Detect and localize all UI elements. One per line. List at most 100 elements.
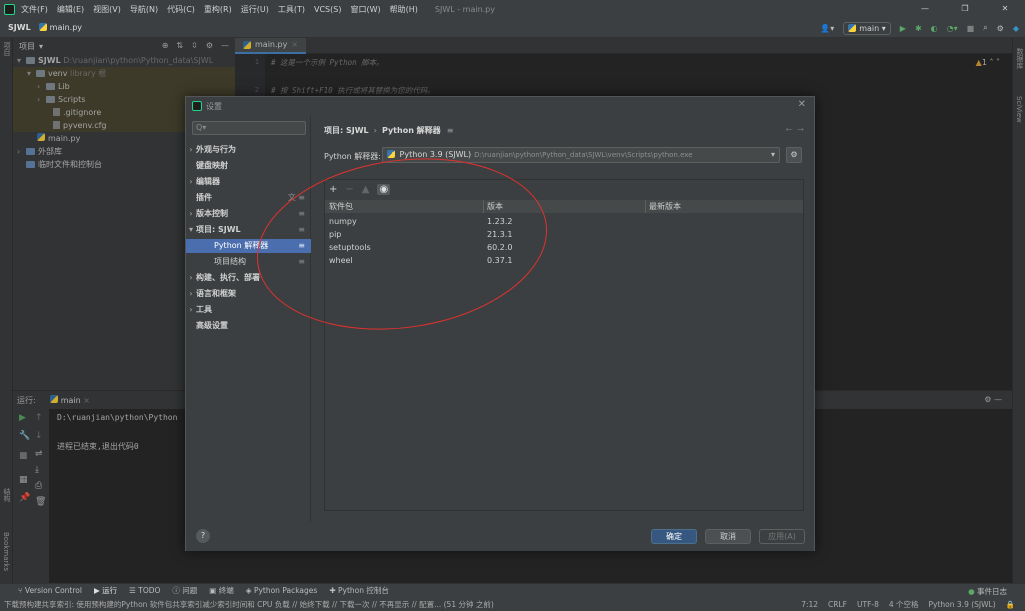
- nav-advanced[interactable]: 高级设置: [186, 319, 311, 333]
- nav-label: 外观与行为: [196, 145, 236, 154]
- toolwindow-label: 问题: [182, 586, 198, 595]
- interpreter-label: Python 解释器:: [324, 152, 381, 161]
- toolwindow-label: Python Packages: [253, 586, 318, 595]
- settings-dialog: 设置 ✕ Q▾ › 外观与行为 键盘映射 › 编辑器 插件文 ≡ › 版本控制 ≡ ▾ 项…: [185, 96, 815, 551]
- run-config-label: main: [859, 23, 880, 33]
- breadcrumb-current: Python 解释器: [381, 126, 441, 135]
- menu-code[interactable]: 代码(C): [167, 4, 195, 15]
- toolwindow-label: Python 控制台: [338, 586, 389, 595]
- apply-button[interactable]: 应用(A): [759, 529, 805, 544]
- pycharm-logo-icon: [192, 101, 202, 111]
- tool-window-bar: ⑂ Version Control ▶ 运行 ☰ TODO ⓘ 问题 ▣ 终端 …: [0, 583, 1025, 597]
- toolwindow-version-control[interactable]: ⑂ Version Control: [18, 586, 82, 595]
- menu-refactor[interactable]: 重构(R): [204, 4, 232, 15]
- nav-label: 工具: [196, 305, 212, 314]
- profile-icon[interactable]: ◔▾: [947, 24, 958, 33]
- lock-icon[interactable]: 🔒: [1006, 600, 1015, 609]
- toolwindow-label: TODO: [138, 586, 161, 595]
- toolwindow-todo[interactable]: ☰ TODO: [129, 586, 160, 595]
- menu-vcs[interactable]: VCS(S): [314, 5, 341, 14]
- nav-label: 项目结构: [214, 257, 246, 266]
- menu-view[interactable]: 视图(V): [93, 4, 121, 15]
- run-config-select[interactable]: main ▾: [843, 21, 891, 35]
- toolwindow-terminal[interactable]: ▣ 终端: [209, 585, 233, 596]
- python-icon: [848, 23, 857, 32]
- breadcrumb-parent[interactable]: 项目: SJWL: [324, 126, 369, 135]
- menu-bar: 文件(F) 编辑(E) 视图(V) 导航(N) 代码(C) 重构(R) 运行(U…: [0, 0, 1025, 18]
- nav-label: 语言和框架: [196, 289, 236, 298]
- toolwindow-label: Version Control: [24, 586, 82, 595]
- menu-window[interactable]: 窗口(W): [350, 4, 380, 15]
- search-everywhere-icon[interactable]: ⌕: [983, 23, 987, 33]
- debug-icon[interactable]: ✱: [915, 24, 922, 33]
- user-icon[interactable]: 👤▾: [820, 24, 834, 33]
- menu-run[interactable]: 运行(U): [241, 4, 269, 15]
- toolwindow-python-packages[interactable]: ◈ Python Packages: [246, 586, 318, 595]
- help-button[interactable]: ?: [196, 529, 210, 543]
- settings-search-input[interactable]: Q▾: [192, 121, 306, 135]
- chevron-down-icon: ▾: [770, 150, 775, 159]
- line-separator[interactable]: CRLF: [828, 600, 847, 609]
- settings-gear-icon[interactable]: ⚙: [997, 24, 1004, 33]
- maximize-button[interactable]: ❐: [945, 0, 985, 18]
- status-bar: 下载预构建共享索引: 使用预构建的Python 软件包共享索引减少索引时间和 C…: [0, 597, 1025, 611]
- column-header-latest[interactable]: 最新版本: [649, 200, 681, 213]
- menu-edit[interactable]: 编辑(E): [57, 4, 84, 15]
- stop-icon[interactable]: ■: [967, 24, 975, 33]
- status-widgets: 7:12 CRLF UTF-8 4 个空格 Python 3.9 (SJWL) …: [801, 597, 1015, 611]
- run-toolbar: 👤▾ main ▾ ▶ ✱ ◐ ◔▾ ■ ⌕ ⚙ ◆: [820, 18, 1019, 38]
- menu-navigate[interactable]: 导航(N): [130, 4, 158, 15]
- nav-label: 编辑器: [196, 177, 220, 186]
- toolwindow-problems[interactable]: ⓘ 问题: [172, 585, 197, 596]
- python-file-icon: [38, 23, 47, 31]
- nav-keymap[interactable]: 键盘映射: [186, 159, 311, 173]
- python-icon: [387, 150, 395, 158]
- coverage-icon[interactable]: ◐: [931, 24, 938, 33]
- window-title: SJWL - main.py: [434, 4, 495, 14]
- menu-file[interactable]: 文件(F): [21, 4, 48, 15]
- nav-label: 插件: [196, 193, 212, 202]
- nav-label: 项目: SJWL: [196, 225, 241, 234]
- close-window-button[interactable]: ✕: [985, 0, 1025, 18]
- status-message[interactable]: 下载预构建共享索引: 使用预构建的Python 软件包共享索引减少索引时间和 C…: [4, 599, 494, 610]
- breadcrumb-file-label: main.py: [49, 23, 83, 32]
- breadcrumb-project[interactable]: SJWL: [8, 23, 31, 32]
- nav-label: 构建、执行、部署: [196, 273, 260, 282]
- nav-label: 高级设置: [196, 321, 228, 330]
- run-icon[interactable]: ▶: [900, 24, 906, 33]
- nav-editor[interactable]: › 编辑器: [186, 175, 311, 189]
- event-log-icon: ●: [968, 587, 975, 596]
- caret-position[interactable]: 7:12: [801, 600, 818, 609]
- ok-button[interactable]: 确定: [651, 529, 697, 544]
- nav-label: 版本控制: [196, 209, 228, 218]
- dialog-title: 设置: [206, 101, 222, 111]
- settings-breadcrumb: 项目: SJWL › Python 解释器 ≡: [324, 126, 454, 135]
- toolwindow-run[interactable]: ▶ 运行: [94, 585, 117, 596]
- nav-label: 键盘映射: [196, 161, 228, 170]
- file-encoding[interactable]: UTF-8: [857, 600, 879, 609]
- breadcrumb-file[interactable]: main.py: [38, 23, 83, 32]
- dialog-footer: ? 确定 取消 应用(A): [186, 522, 814, 551]
- toolwindow-python-console[interactable]: ✚ Python 控制台: [329, 585, 389, 596]
- project-scope-icon: ≡: [446, 126, 454, 135]
- dialog-titlebar: 设置: [186, 97, 814, 115]
- interpreter-gear-icon[interactable]: ⚙: [786, 147, 802, 163]
- menu-help[interactable]: 帮助(H): [390, 4, 418, 15]
- nav-appearance[interactable]: › 外观与行为: [186, 143, 311, 157]
- indent-setting[interactable]: 4 个空格: [889, 599, 919, 610]
- toolwindow-label: 运行: [102, 586, 118, 595]
- toolwindow-label: 终端: [218, 586, 234, 595]
- cancel-button[interactable]: 取消: [705, 529, 751, 544]
- navigation-bar: SJWL main.py 👤▾ main ▾ ▶ ✱ ◐ ◔▾ ■ ⌕ ⚙ ◆: [0, 18, 1025, 38]
- menu-tools[interactable]: 工具(T): [278, 4, 305, 15]
- interpreter-widget[interactable]: Python 3.9 (SJWL): [929, 600, 996, 609]
- interpreter-path: D:\ruanjian\python\Python_data\SJWL\venv…: [474, 151, 693, 159]
- close-icon[interactable]: ✕: [798, 99, 806, 110]
- settings-nav: Q▾ › 外观与行为 键盘映射 › 编辑器 插件文 ≡ › 版本控制 ≡ ▾ 项目: SJ…: [186, 115, 311, 522]
- minimize-button[interactable]: —: [905, 0, 945, 18]
- ide-update-icon[interactable]: ◆: [1013, 24, 1019, 33]
- window-controls: — ❐ ✕: [905, 0, 1025, 18]
- back-forward-arrows[interactable]: ← →: [786, 125, 805, 134]
- pycharm-logo-icon: [4, 3, 15, 15]
- event-log[interactable]: ● 事件日志: [968, 586, 1007, 597]
